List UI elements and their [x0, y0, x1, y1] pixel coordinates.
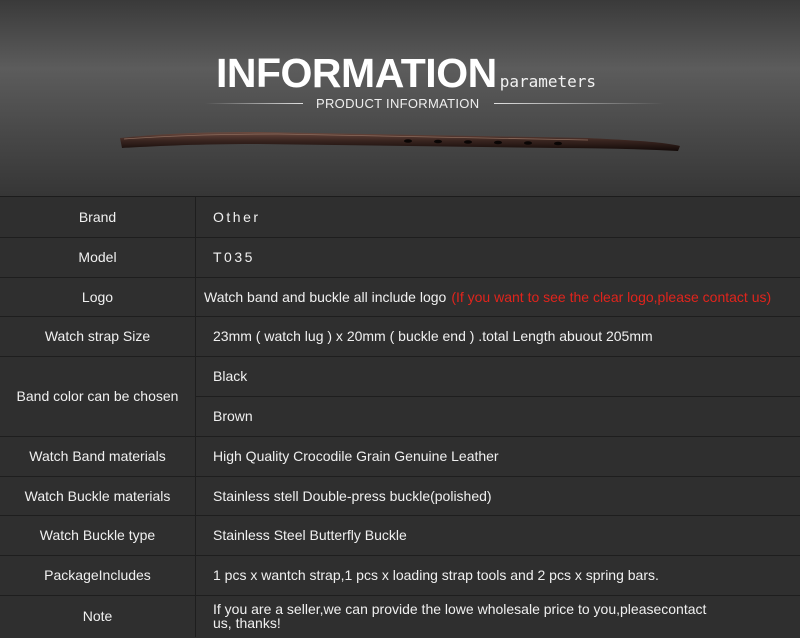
table-row-package: PackageIncludes 1 pcs x wantch strap,1 p…: [0, 555, 800, 596]
row-value: 23mm ( watch lug ) x 20mm ( buckle end )…: [213, 328, 653, 344]
row-value: T035: [213, 249, 255, 265]
table-row-strap-size: Watch strap Size 23mm ( watch lug ) x 20…: [0, 316, 800, 357]
row-value: Stainless stell Double-press buckle(poli…: [213, 487, 492, 504]
divider-left: [205, 103, 303, 104]
row-value: High Quality Crocodile Grain Genuine Lea…: [213, 448, 499, 464]
row-label: Logo: [0, 277, 196, 316]
row-value: 1 pcs x wantch strap,1 pcs x loading str…: [213, 567, 659, 583]
watch-strap-image: [120, 132, 680, 151]
row-value: If you are a seller,we can provide the l…: [213, 595, 792, 637]
row-value: Other: [213, 209, 261, 225]
table-row-band-color: Band color can be chosen Black Brown: [0, 356, 800, 437]
page-title-suffix: parameters: [499, 72, 597, 91]
row-label: PackageIncludes: [0, 555, 196, 595]
row-label: Watch Buckle materials: [0, 476, 196, 515]
row-label: Watch strap Size: [0, 316, 196, 356]
row-value: Watch band and buckle all include logo (…: [204, 277, 792, 316]
table-row-note: Note If you are a seller,we can provide …: [0, 595, 800, 637]
band-color-option: Brown: [213, 408, 253, 424]
table-row-model: Model T035: [0, 237, 800, 278]
row-label: Model: [0, 237, 196, 277]
row-label: Watch Buckle type: [0, 515, 196, 555]
title-row: INFORMATION parameters: [216, 50, 596, 100]
row-label: Brand: [0, 197, 196, 237]
note-line-1: If you are a seller,we can provide the l…: [213, 601, 707, 617]
page-title: INFORMATION: [216, 50, 497, 96]
header-banner: INFORMATION parameters PRODUCT INFORMATI…: [0, 0, 800, 197]
table-row-logo: Logo Watch band and buckle all include l…: [0, 277, 800, 317]
row-label: Watch Band materials: [0, 436, 196, 476]
table-row-buckle-materials: Watch Buckle materials Stainless stell D…: [0, 476, 800, 516]
row-label: Band color can be chosen: [0, 356, 196, 436]
band-color-option: Black: [196, 356, 800, 397]
logo-contact-note: (If you want to see the clear logo,pleas…: [451, 288, 772, 305]
table-row-brand: Brand Other: [0, 197, 800, 238]
page-subtitle: PRODUCT INFORMATION: [316, 96, 480, 111]
note-line-2: us, thanks!: [213, 615, 281, 631]
table-row-buckle-type: Watch Buckle type Stainless Steel Butter…: [0, 515, 800, 556]
row-label: Note: [0, 595, 196, 637]
table-row-band-materials: Watch Band materials High Quality Crocod…: [0, 436, 800, 477]
divider-right: [494, 103, 664, 104]
row-value: Stainless Steel Butterfly Buckle: [213, 527, 407, 543]
logo-text: Watch band and buckle all include logo: [204, 288, 447, 305]
